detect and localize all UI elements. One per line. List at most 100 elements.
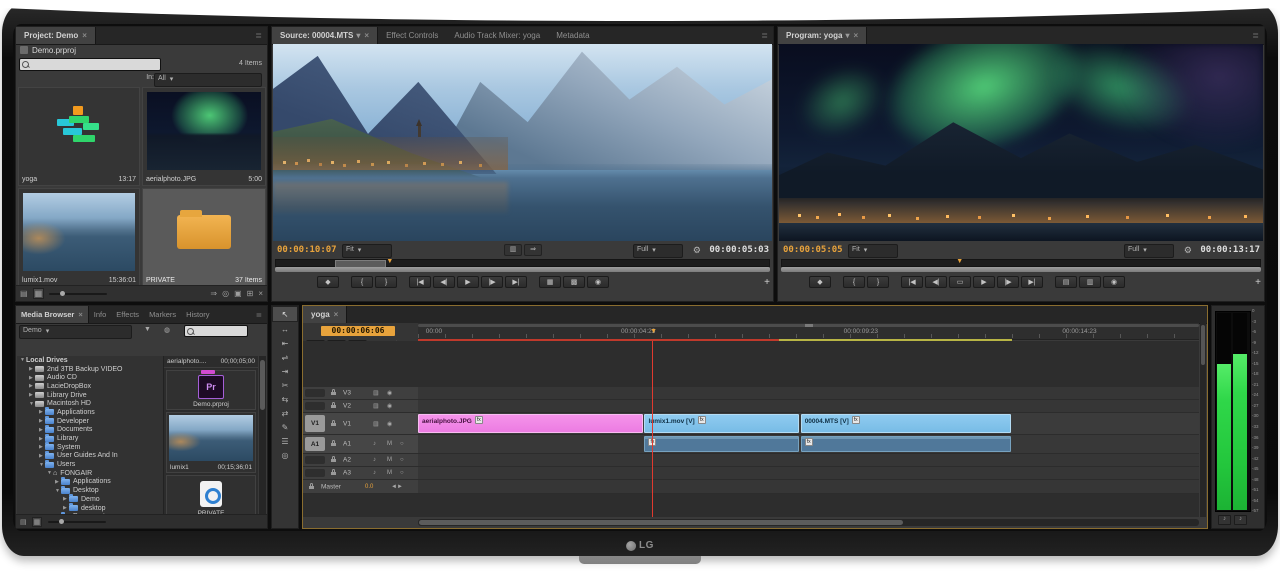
lift-button[interactable]: ▤ (1055, 276, 1077, 288)
in-select[interactable]: All ▾ (154, 73, 262, 87)
source-mini-ruler[interactable] (275, 259, 770, 268)
scroll-thumb[interactable] (419, 520, 904, 525)
tree-item-folder[interactable]: ▶ Library (17, 433, 163, 443)
button-editor-plus-icon[interactable]: + (1255, 277, 1261, 288)
mark-out-button[interactable]: } (867, 276, 889, 288)
play-button[interactable]: ▶ (973, 276, 995, 288)
browser-path-select[interactable]: Demo ▾ (19, 325, 132, 339)
mute-toggle[interactable]: M (387, 457, 392, 463)
close-icon[interactable]: × (78, 310, 82, 319)
solo-toggle[interactable]: ○ (400, 470, 404, 476)
tree-item-folder[interactable]: ▶ Developer (17, 416, 163, 426)
source-patch-slot[interactable] (305, 469, 325, 477)
close-icon[interactable]: × (853, 31, 858, 40)
sync-lock-icon[interactable]: ▥ (373, 420, 379, 427)
program-scrollbar[interactable] (781, 267, 1261, 272)
new-bin-icon[interactable]: ▣ (234, 289, 242, 298)
export-frame-button[interactable]: ◉ (587, 276, 609, 288)
goto-out-button[interactable]: ▶| (1021, 276, 1043, 288)
slip-tool[interactable]: ⇆ (272, 392, 298, 406)
zoom-tool[interactable]: ◎ (272, 448, 298, 462)
tree-item-folder[interactable]: ▶ Applications (17, 476, 163, 487)
source-patch-slot[interactable] (305, 456, 325, 464)
pen-tool[interactable]: ✎ (272, 420, 298, 434)
program-resolution-select[interactable]: Full ▾ (1124, 244, 1174, 258)
mark-out-button[interactable]: } (375, 276, 397, 288)
automate-to-sequence-icon[interactable]: ⇒ (210, 289, 217, 298)
timeline-horizontal-scrollbar[interactable] (418, 519, 1199, 526)
close-icon[interactable]: × (334, 310, 339, 319)
rolling-edit-tool[interactable]: ⇌ (272, 350, 298, 364)
program-zoom-select[interactable]: Fit ▾ (848, 244, 898, 258)
tab-markers[interactable]: Markers (144, 306, 181, 323)
source-zoom-select[interactable]: Fit ▾ (342, 244, 392, 258)
bin-item-private[interactable]: PRIVATE 37 Items (142, 188, 266, 287)
track-header-a2[interactable]: A2 ♪ M ○ (303, 454, 419, 467)
speaker-icon[interactable]: ♪ (373, 457, 376, 463)
program-current-timecode[interactable]: 00:00:05:05 (783, 245, 843, 255)
goto-in-button[interactable]: |◀ (409, 276, 431, 288)
track-header-a3[interactable]: A3 ♪ M ○ (303, 467, 419, 480)
icon-view-icon[interactable]: ▦ (32, 288, 45, 299)
insert-button[interactable]: ▦ (539, 276, 561, 288)
step-back-button[interactable]: ◀| (925, 276, 947, 288)
tree-item-fongair[interactable]: ▼ ⌂ FONGAIR (17, 469, 163, 478)
browser-vertical-scrollbar[interactable] (259, 356, 266, 514)
file-types-filter-icon[interactable]: ▼ (144, 326, 151, 333)
track-header-v3[interactable]: V3 ▥ ◉ (303, 387, 419, 400)
track-content-a1[interactable]: fx fx (418, 435, 1199, 454)
tab-program[interactable]: Program: yoga ▾ × (778, 27, 868, 44)
play-in-out-button[interactable]: ▭ (949, 276, 971, 288)
safe-margins-button[interactable]: ▥ (504, 244, 522, 256)
tab-effects[interactable]: Effects (111, 306, 144, 323)
tree-item-folder[interactable]: ▶ System (17, 442, 163, 452)
output-button[interactable]: ⇒ (524, 244, 542, 256)
track-output-eye-icon[interactable]: ◉ (387, 390, 392, 397)
source-resolution-select[interactable]: Full ▾ (633, 244, 683, 258)
speaker-icon[interactable]: ♪ (373, 470, 376, 476)
lock-icon[interactable] (331, 456, 336, 462)
bin-item-lumix1[interactable]: lumix1.mov 15:36:01 (18, 188, 140, 287)
tree-item-drive[interactable]: ▶ LacieDropBox (17, 382, 163, 391)
meter-speaker-button[interactable]: ♪ (1218, 515, 1231, 525)
lock-icon[interactable] (331, 469, 336, 475)
audio-clip-00004[interactable]: fx (800, 436, 1011, 452)
bin-item-aerialphoto[interactable]: aerialphoto.JPG 5:00 (142, 87, 266, 186)
timeline-ruler[interactable]: 00:00 00:00:04:23 00:00:09:23 00:00:14:2… (418, 323, 1199, 340)
tree-item-local-drives[interactable]: ▼ Local Drives (17, 356, 163, 365)
work-area-bar[interactable] (418, 324, 1199, 327)
tree-item-folder[interactable]: ▶ Applications (17, 407, 163, 417)
browser-search-input[interactable] (184, 325, 248, 337)
track-header-master[interactable]: Master 0.0 ◄► (303, 480, 419, 494)
track-content-a3[interactable] (418, 467, 1199, 480)
track-header-v2[interactable]: V2 ▥ ◉ (303, 400, 419, 413)
list-view-icon[interactable]: ▤ (20, 289, 28, 298)
tree-item-drive[interactable]: ▶ Audio CD (17, 373, 163, 382)
mark-in-button[interactable]: { (351, 276, 373, 288)
tab-audio-track-mixer[interactable]: Audio Track Mixer: yoga (446, 27, 548, 44)
mark-in-button[interactable]: { (843, 276, 865, 288)
tab-history[interactable]: History (181, 306, 214, 323)
clip-aerialphoto[interactable]: aerialphoto.JPG fx (418, 414, 643, 433)
tree-item-folder[interactable]: ▶Documents (17, 424, 163, 435)
lock-icon[interactable] (331, 402, 336, 408)
track-select-tool[interactable]: ↔ (272, 322, 298, 336)
caret-down-icon[interactable]: ▾ (356, 31, 360, 40)
settings-wrench-icon[interactable]: ⚙ (1184, 245, 1192, 256)
goto-in-button[interactable]: |◀ (901, 276, 923, 288)
panel-menu-icon[interactable]: ≣ (251, 306, 267, 323)
rate-stretch-tool[interactable]: ⇥ (272, 364, 298, 378)
close-icon[interactable]: × (364, 31, 369, 40)
ripple-edit-tool[interactable]: ⇤ (272, 336, 298, 350)
tab-media-browser[interactable]: Media Browser × (16, 306, 89, 323)
file-card-private[interactable]: PRIVATE (166, 475, 256, 514)
panel-menu-icon[interactable]: ≣ (250, 27, 267, 44)
source-scrollbar[interactable] (275, 267, 770, 272)
tab-project[interactable]: Project: Demo × (16, 27, 96, 44)
speaker-icon[interactable]: ♪ (373, 441, 376, 447)
source-patch-slot[interactable] (305, 389, 325, 397)
bin-item-yoga[interactable]: yoga 13:17 (18, 87, 140, 186)
play-button[interactable]: ▶ (457, 276, 479, 288)
audio-clip-lumix1[interactable]: fx (644, 436, 800, 452)
track-content-v2[interactable] (418, 400, 1199, 413)
